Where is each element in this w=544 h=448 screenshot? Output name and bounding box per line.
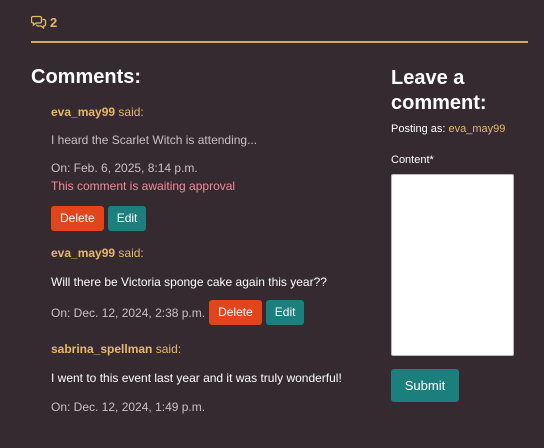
comments-section: Comments: eva_may99 said: I heard the Sc… bbox=[31, 66, 361, 414]
comment-item: eva_may99 said: I heard the Scarlet Witc… bbox=[51, 104, 371, 231]
said-label: said: bbox=[115, 105, 144, 119]
posting-as-user: eva_may99 bbox=[448, 123, 506, 135]
posting-as-label: Posting as: bbox=[391, 123, 449, 135]
edit-button[interactable]: Edit bbox=[107, 206, 147, 231]
comment-date: On: Feb. 6, 2025, 8:14 p.m. bbox=[51, 161, 198, 175]
form-title: Leave a comment: bbox=[391, 66, 526, 116]
approval-status: This comment is awaiting approval bbox=[51, 179, 236, 193]
comment-item: sabrina_spellman said: I went to this ev… bbox=[51, 341, 371, 415]
content-label: Content* bbox=[391, 154, 434, 166]
comment-author: eva_may99 bbox=[51, 246, 116, 260]
comment-text: I went to this event last year and it wa… bbox=[51, 371, 342, 385]
submit-button[interactable]: Submit bbox=[391, 369, 459, 402]
comments-title: Comments: bbox=[31, 66, 142, 88]
comment-author: eva_may99 bbox=[51, 105, 116, 119]
comment-text: I heard the Scarlet Witch is attending..… bbox=[51, 133, 258, 147]
comment-count-value: 2 bbox=[50, 14, 58, 30]
content-textarea[interactable] bbox=[391, 174, 514, 356]
comment-date: On: Dec. 12, 2024, 2:38 p.m. bbox=[51, 305, 206, 320]
comment-author-line: eva_may99 said: bbox=[51, 104, 371, 120]
comment-date: On: Dec. 12, 2024, 1:49 p.m. bbox=[51, 400, 206, 414]
form-title-line2: comment: bbox=[391, 92, 487, 114]
comment-meta-row: On: Dec. 12, 2024, 2:38 p.m. Delete Edit bbox=[51, 300, 371, 325]
posting-as: Posting as: eva_may99 bbox=[391, 123, 505, 135]
comment-form: Leave a comment: Posting as: eva_may99 C… bbox=[391, 66, 526, 402]
form-title-line1: Leave a bbox=[391, 67, 465, 89]
delete-button[interactable]: Delete bbox=[209, 300, 262, 325]
section-divider bbox=[31, 41, 528, 43]
comment-text: Will there be Victoria sponge cake again… bbox=[51, 275, 327, 289]
comment-author-line: sabrina_spellman said: bbox=[51, 341, 371, 357]
delete-button[interactable]: Delete bbox=[51, 206, 104, 231]
said-label: said: bbox=[152, 342, 182, 356]
comment-actions: Delete Edit bbox=[51, 206, 371, 231]
comment-count: 2 bbox=[31, 12, 57, 32]
said-label: said: bbox=[115, 246, 144, 260]
comments-icon bbox=[31, 15, 47, 29]
edit-button[interactable]: Edit bbox=[265, 300, 305, 325]
comment-author: sabrina_spellman bbox=[51, 342, 153, 356]
comment-item: eva_may99 said: Will there be Victoria s… bbox=[51, 245, 371, 325]
comment-author-line: eva_may99 said: bbox=[51, 245, 371, 261]
